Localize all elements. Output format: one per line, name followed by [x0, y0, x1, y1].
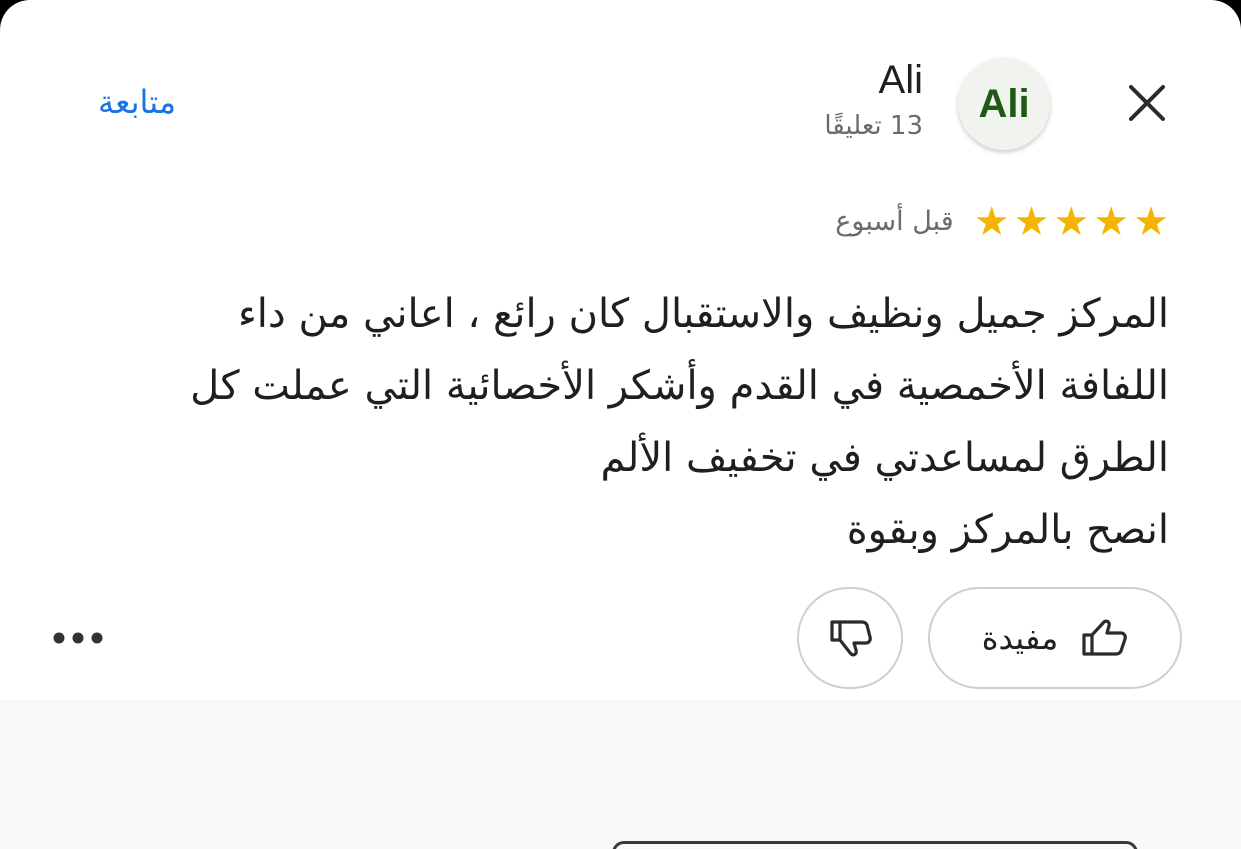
follow-button[interactable]: متابعة	[98, 80, 176, 124]
star-icon: ★	[973, 199, 1010, 245]
avatar[interactable]: Ali	[958, 58, 1050, 150]
helpful-button[interactable]: مفيدة	[928, 587, 1182, 689]
review-line: المركز جميل ونظيف والاستقبال كان رائع ، …	[238, 291, 1169, 337]
review-time: قبل أسبوع	[835, 206, 954, 237]
close-button[interactable]	[1122, 78, 1172, 128]
more-options-button[interactable]	[48, 618, 108, 658]
thumbs-down-icon	[830, 620, 872, 657]
not-helpful-button[interactable]	[797, 587, 903, 689]
reviewer-name[interactable]: Ali	[879, 58, 923, 102]
star-icon: ★	[1053, 199, 1090, 245]
star-icon: ★	[1093, 199, 1130, 245]
helpful-label: مفيدة	[981, 619, 1059, 657]
rating-row: ★ ★ ★ ★ ★ قبل أسبوع	[835, 198, 1169, 246]
review-line: اللفافة الأخمصية في القدم وأشكر الأخصائي…	[190, 363, 1169, 409]
more-horizontal-icon	[53, 632, 103, 644]
thumbs-up-icon	[1082, 619, 1128, 656]
star-icon: ★	[1013, 199, 1050, 245]
close-icon	[1129, 85, 1165, 121]
review-line: الطرق لمساعدتي في تخفيف الألم	[600, 435, 1169, 481]
reviewer-review-count: 13 تعليقًا	[824, 111, 923, 141]
bottom-sheet-handle	[612, 841, 1138, 849]
review-line: انصح بالمركز وبقوة	[846, 507, 1169, 553]
star-icon: ★	[1133, 199, 1169, 245]
empty-area	[0, 700, 1241, 849]
review-text: المركز جميل ونظيف والاستقبال كان رائع ، …	[69, 278, 1169, 566]
review-card: Ali Ali 13 تعليقًا متابعة ★ ★ ★ ★ ★ قبل …	[0, 0, 1241, 849]
star-rating: ★ ★ ★ ★ ★	[974, 198, 1169, 246]
